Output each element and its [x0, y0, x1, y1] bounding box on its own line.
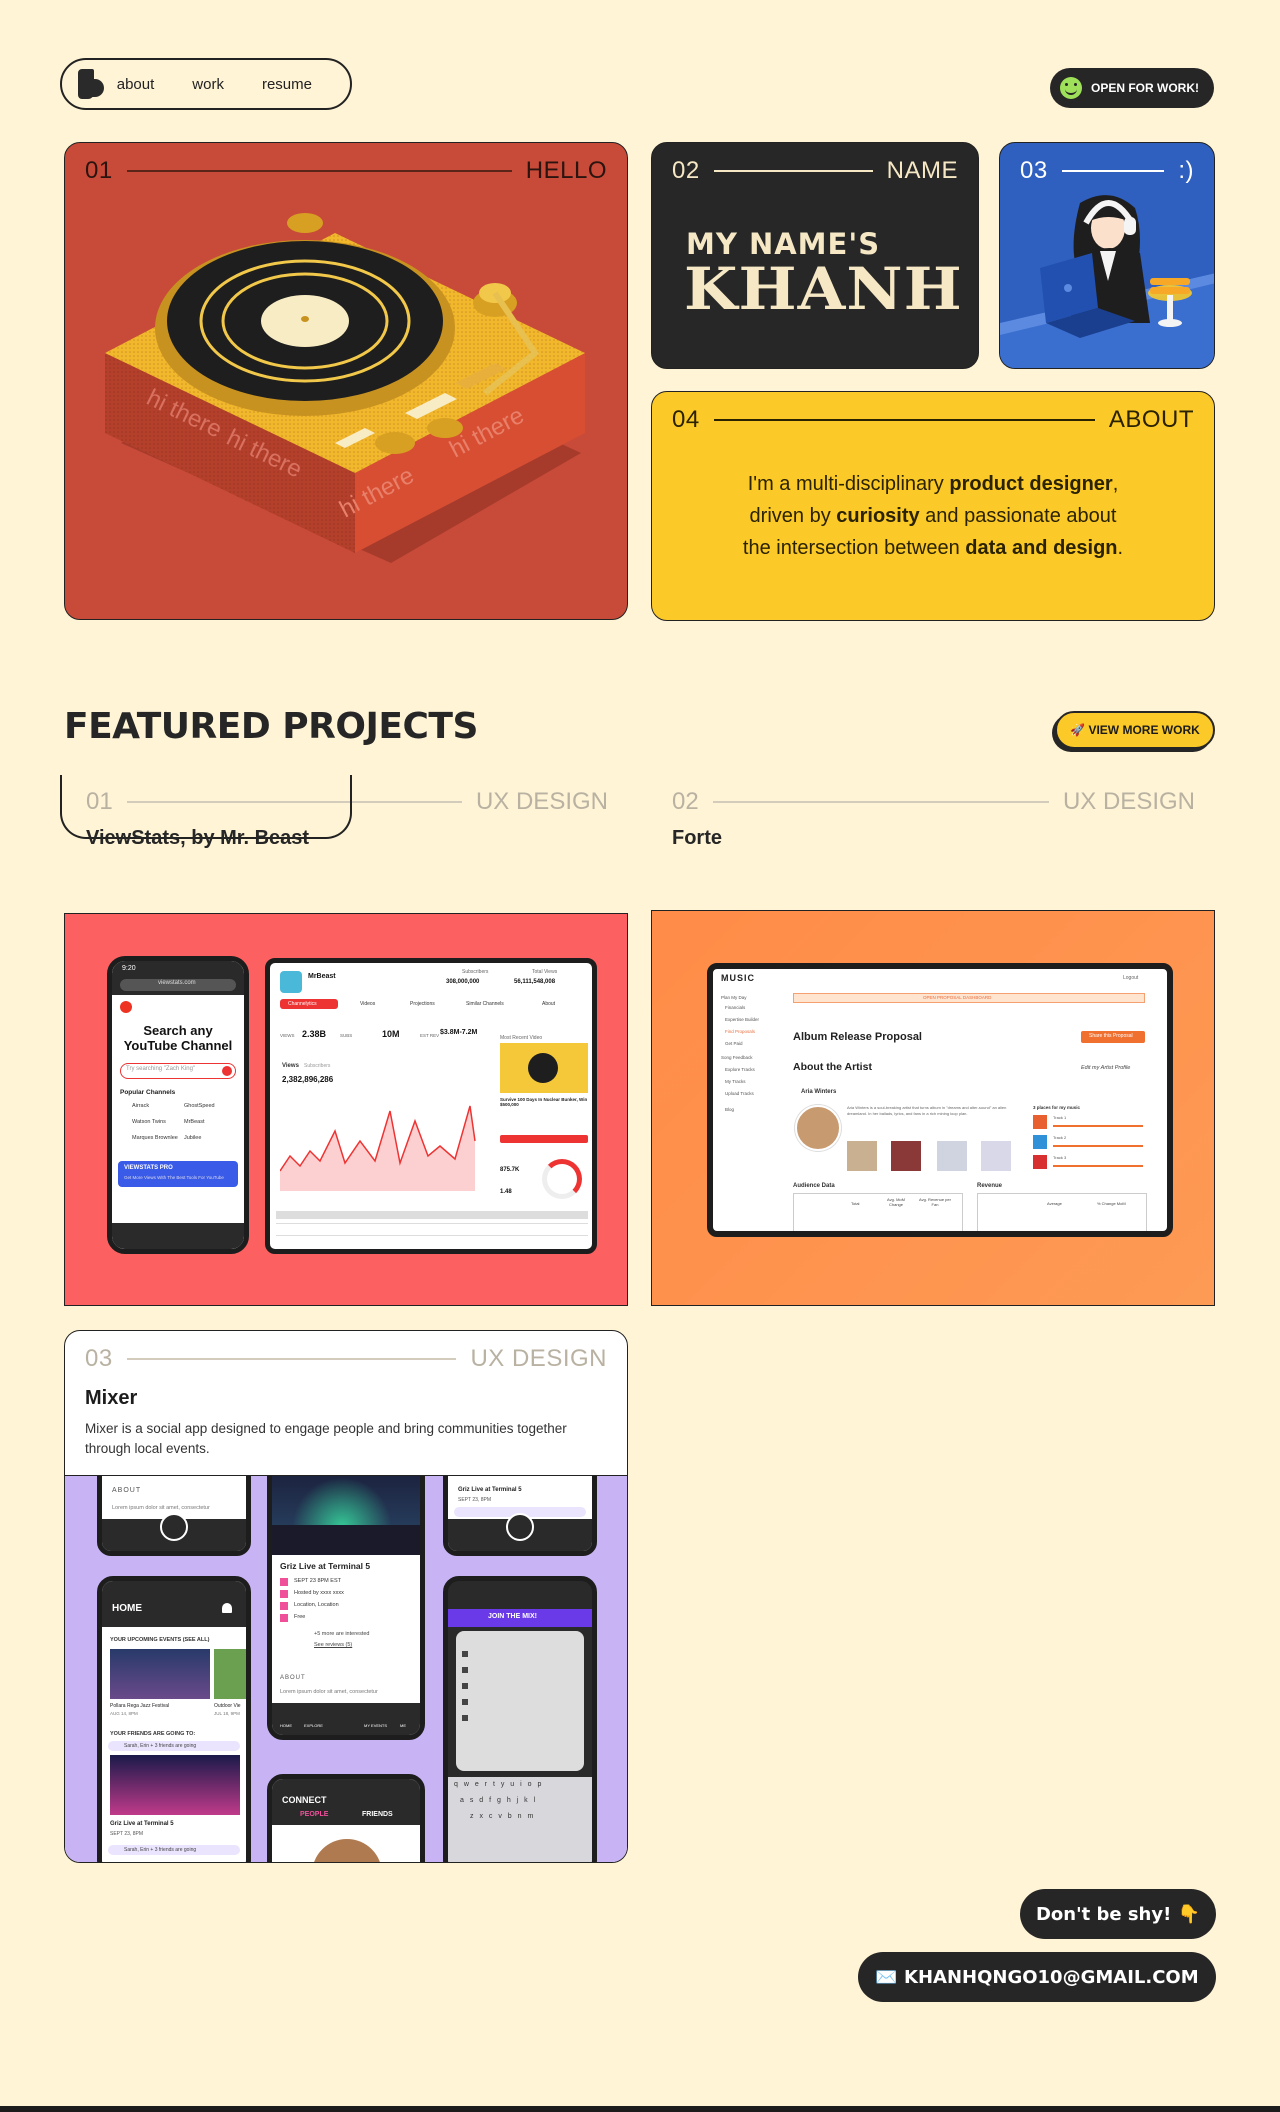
turntable-illustration: hi there hi there hi there hi there [105, 213, 585, 563]
open-for-work-label: OPEN FOR WORK! [1091, 81, 1199, 95]
logo[interactable] [76, 69, 104, 99]
hello-card: 01 HELLO hi there hi there hi there hi t… [64, 142, 628, 620]
project-category: UX DESIGN [470, 1345, 607, 1372]
keyboard[interactable] [448, 1777, 592, 1862]
artist-avatar [795, 1105, 841, 1151]
about-card: 04 ABOUT I'm a multi-disciplinary produc… [651, 391, 1215, 621]
card-number: 04 [672, 406, 700, 433]
project-category: UX DESIGN [475, 788, 608, 815]
project-2-header: 02 UX DESIGN [672, 788, 1195, 816]
name-card: 02 NAME MY NAME'S KHANH [651, 142, 979, 369]
view-more-work-button[interactable]: 🚀 VIEW MORE WORK [1055, 711, 1215, 749]
name-card-header: 02 NAME [672, 157, 958, 185]
forte-preview[interactable]: MUSIC Logout OPEN PROPOSAL DASHBOARD Pla… [651, 910, 1215, 1306]
viewstats-logo [120, 1001, 132, 1013]
card-label: NAME [886, 157, 958, 184]
open-for-work-badge[interactable]: OPEN FOR WORK! [1050, 68, 1214, 108]
project-2-title[interactable]: Forte [672, 827, 722, 850]
top-nav: about work resume [60, 58, 352, 110]
viewstats-tablet-mockup: MrBeast Subscribers 308,000,000 Total Vi… [265, 958, 597, 1254]
mrbeast-avatar [280, 971, 302, 993]
smiley-icon [1060, 77, 1082, 99]
avatar-illustration [1000, 195, 1214, 368]
project-3-description: Mixer is a social app designed to engage… [85, 1421, 567, 1456]
nav-resume-link[interactable]: resume [262, 76, 312, 93]
search-icon[interactable] [222, 1066, 232, 1076]
project-1-title[interactable]: ViewStats, by Mr. Beast [86, 827, 309, 850]
video-thumbnail[interactable] [500, 1043, 588, 1093]
about-description: I'm a multi-disciplinary product designe… [742, 473, 1124, 559]
dont-be-shy-label: Don't be shy! 👇 [1020, 1889, 1216, 1939]
card-number: 02 [672, 157, 700, 184]
viewstats-phone-mockup: 9:20 viewstats.com Search any YouTube Ch… [107, 956, 249, 1254]
mixer-preview: ABOUT Lorem ipsum dolor sit amet, consec… [65, 1475, 627, 1862]
viewstats-preview[interactable]: 9:20 viewstats.com Search any YouTube Ch… [64, 913, 628, 1306]
forte-tablet-mockup: MUSIC Logout OPEN PROPOSAL DASHBOARD Pla… [707, 963, 1173, 1237]
featured-projects-title: FEATURED PROJECTS [64, 706, 478, 747]
views-chart [280, 1105, 476, 1191]
nav-about-link[interactable]: about [117, 76, 155, 93]
project-3-title: Mixer [85, 1387, 138, 1409]
mixer-project-card[interactable]: 03 UX DESIGN Mixer Mixer is a social app… [64, 1330, 628, 1863]
about-card-header: 04 ABOUT [672, 406, 1194, 434]
email-button[interactable]: ✉️ KHANHQNGO10@GMAIL.COM [858, 1952, 1216, 2002]
project-number: 02 [672, 788, 699, 815]
score-gauge [542, 1159, 582, 1199]
footer-rule [0, 2106, 1280, 2112]
name-heading: KHANH [684, 255, 963, 323]
bell-icon[interactable] [222, 1603, 232, 1613]
project-3-header: 03 UX DESIGN [85, 1345, 607, 1373]
project-number: 03 [85, 1345, 113, 1372]
avatar-card: 03 :) [999, 142, 1215, 369]
nav-work-link[interactable]: work [192, 76, 224, 93]
card-label: ABOUT [1108, 406, 1194, 433]
project-category: UX DESIGN [1062, 788, 1195, 815]
